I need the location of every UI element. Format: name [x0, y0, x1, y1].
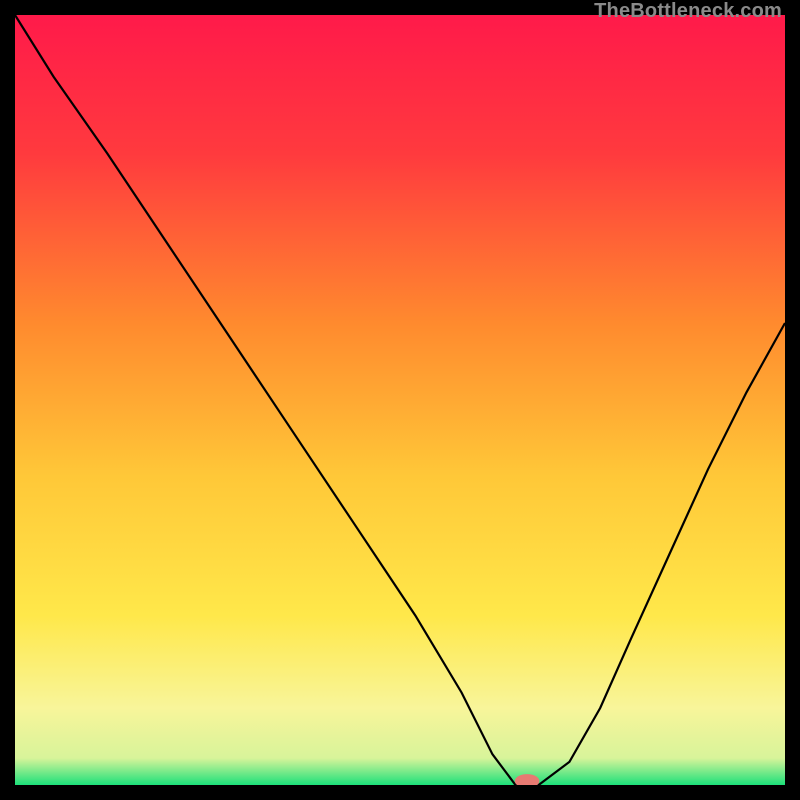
- watermark-text: TheBottleneck.com: [594, 0, 782, 23]
- chart-frame: [15, 15, 785, 785]
- bottleneck-plot: [15, 15, 785, 785]
- gradient-background: [15, 15, 785, 785]
